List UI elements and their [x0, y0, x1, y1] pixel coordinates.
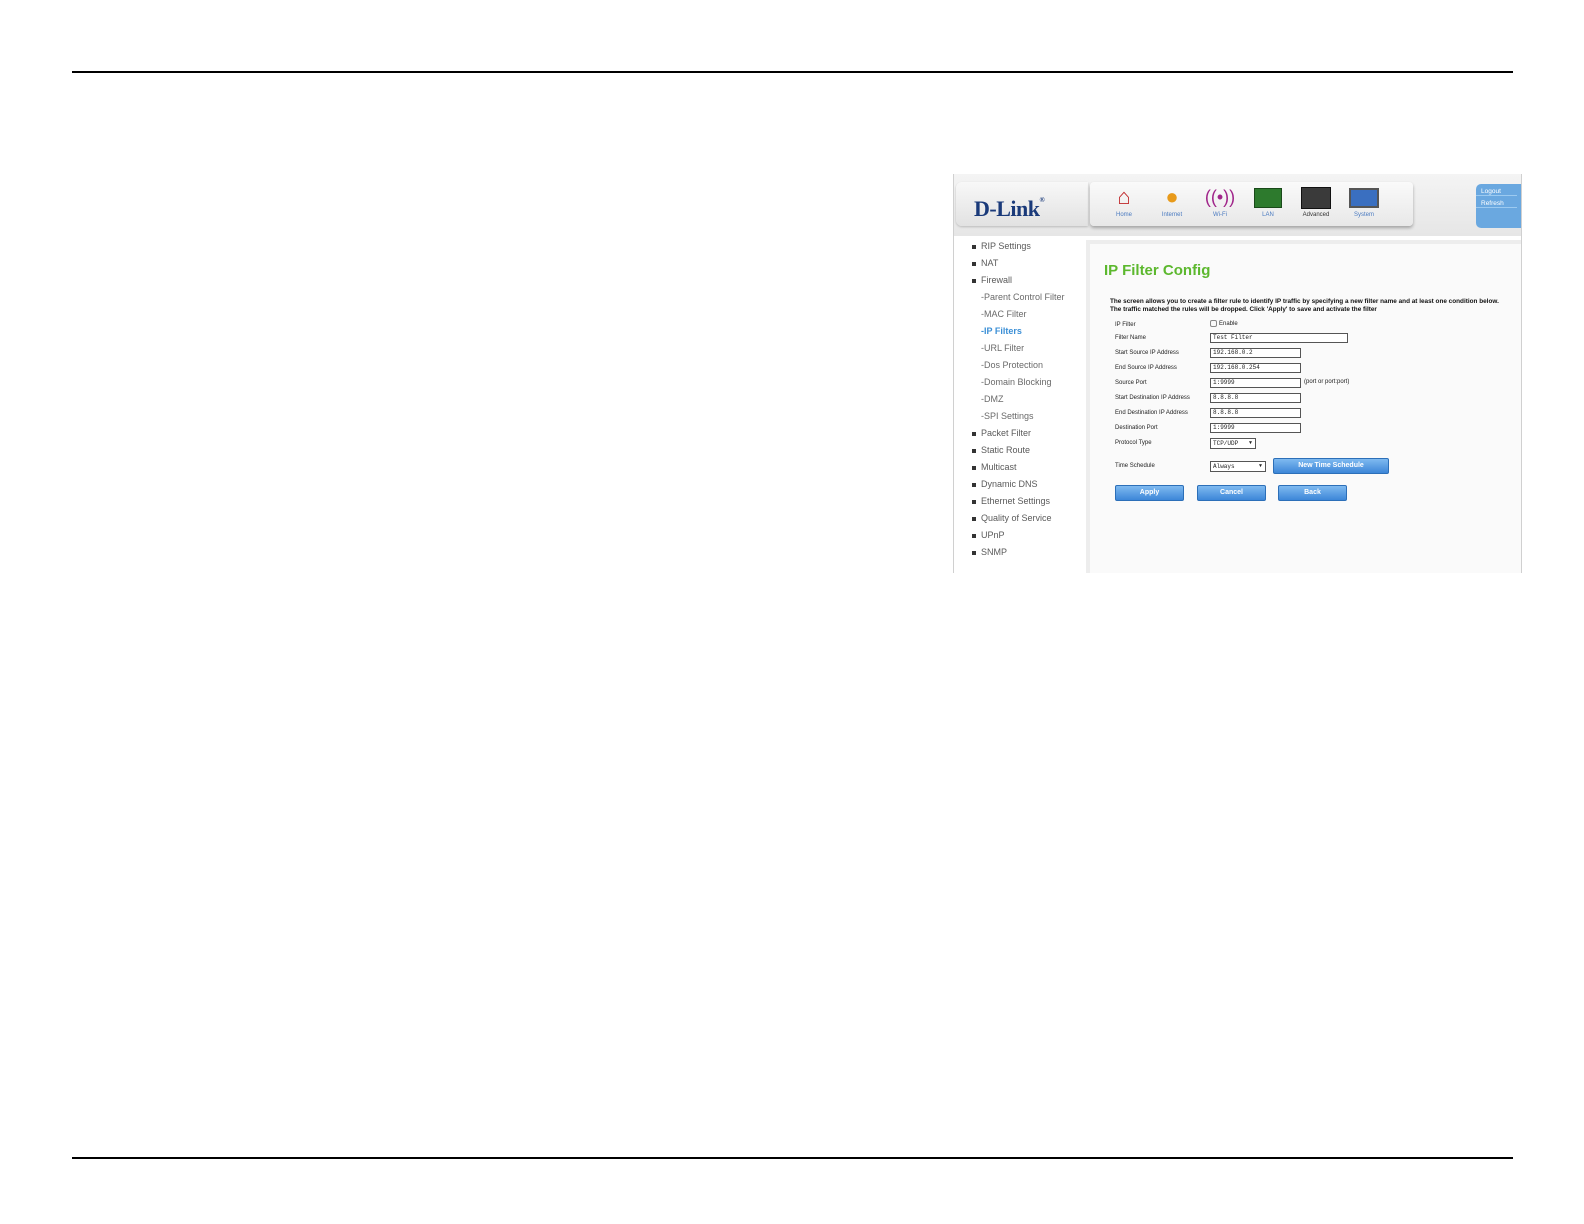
- main-nav: ⌂ Home ● Internet ((•)) Wi-Fi LAN Advanc…: [1090, 182, 1413, 226]
- new-time-schedule-button[interactable]: New Time Schedule: [1273, 458, 1389, 474]
- nav-advanced[interactable]: Advanced: [1292, 184, 1340, 224]
- port-hint: (port or port:port): [1304, 379, 1350, 385]
- refresh-link[interactable]: Refresh: [1476, 196, 1517, 208]
- destination-port-input[interactable]: 1:9999: [1210, 423, 1301, 433]
- nav-internet[interactable]: ● Internet: [1148, 184, 1196, 224]
- sidebar-item-mac-filter[interactable]: -MAC Filter: [981, 309, 1027, 319]
- sidebar-item-url-filter[interactable]: -URL Filter: [981, 343, 1024, 353]
- sidebar-item-ddns[interactable]: Dynamic DNS: [972, 479, 1038, 489]
- source-port-input[interactable]: 1:9999: [1210, 378, 1301, 388]
- end-destination-ip-input[interactable]: 8.8.8.8: [1210, 408, 1301, 418]
- nav-system[interactable]: System: [1340, 184, 1388, 224]
- ip-filter-label: IP Filter: [1115, 322, 1136, 328]
- protocol-type-select[interactable]: TCP/UDP ▼: [1210, 438, 1256, 449]
- start-destination-ip-input[interactable]: 8.8.8.8: [1210, 393, 1301, 403]
- globe-icon: ●: [1165, 184, 1179, 209]
- end-source-ip-label: End Source IP Address: [1115, 365, 1177, 371]
- tools-icon: [1299, 184, 1333, 210]
- sidebar-item-snmp[interactable]: SNMP: [972, 547, 1007, 557]
- router-screenshot: D-Link® ⌂ Home ● Internet ((•)) Wi-Fi LA…: [953, 174, 1522, 573]
- source-port-label: Source Port: [1115, 380, 1147, 386]
- dropdown-arrow-icon: ▼: [1258, 463, 1262, 469]
- sidebar-item-ip-filters[interactable]: -IP Filters: [981, 326, 1022, 336]
- filter-name-input[interactable]: Test Filter: [1210, 333, 1348, 343]
- monitor-icon: [1347, 184, 1381, 210]
- checkbox-box[interactable]: [1210, 320, 1217, 327]
- protocol-type-label: Protocol Type: [1115, 440, 1152, 446]
- nav-home[interactable]: ⌂ Home: [1100, 184, 1148, 224]
- apply-button[interactable]: Apply: [1115, 485, 1184, 501]
- logo-box: D-Link®: [956, 182, 1088, 226]
- time-schedule-select[interactable]: Always ▼: [1210, 461, 1266, 472]
- wifi-icon: ((•)): [1204, 187, 1236, 207]
- sidebar-item-static-route[interactable]: Static Route: [972, 445, 1030, 455]
- sidebar-item-nat[interactable]: NAT: [972, 258, 998, 268]
- sidebar-item-parent-control[interactable]: -Parent Control Filter: [981, 292, 1065, 302]
- page-description: The screen allows you to create a filter…: [1110, 298, 1499, 313]
- main-content: IP Filter Config The screen allows you t…: [1086, 240, 1521, 573]
- sidebar-item-multicast[interactable]: Multicast: [972, 462, 1017, 472]
- sidebar-item-firewall[interactable]: Firewall: [972, 275, 1012, 285]
- top-bar: D-Link® ⌂ Home ● Internet ((•)) Wi-Fi LA…: [954, 174, 1521, 236]
- sidebar-item-packet-filter[interactable]: Packet Filter: [972, 428, 1031, 438]
- page-title: IP Filter Config: [1104, 262, 1211, 279]
- session-panel: Logout Refresh: [1476, 184, 1521, 228]
- top-rule: [72, 71, 1513, 73]
- logout-link[interactable]: Logout: [1476, 184, 1517, 196]
- sidebar-item-domain-blocking[interactable]: -Domain Blocking: [981, 377, 1052, 387]
- nav-lan[interactable]: LAN: [1244, 184, 1292, 224]
- end-destination-ip-label: End Destination IP Address: [1115, 410, 1188, 416]
- sidebar: RIP Settings NAT Firewall -Parent Contro…: [954, 236, 1087, 573]
- back-button[interactable]: Back: [1278, 485, 1347, 501]
- enable-checkbox[interactable]: Enable: [1210, 320, 1238, 327]
- sidebar-item-dos[interactable]: -Dos Protection: [981, 360, 1043, 370]
- sidebar-item-upnp[interactable]: UPnP: [972, 530, 1005, 540]
- house-icon: ⌂: [1117, 184, 1131, 209]
- sidebar-item-rip[interactable]: RIP Settings: [972, 241, 1031, 251]
- start-destination-ip-label: Start Destination IP Address: [1115, 395, 1190, 401]
- time-schedule-label: Time Schedule: [1115, 463, 1155, 469]
- end-source-ip-input[interactable]: 192.168.0.254: [1210, 363, 1301, 373]
- sidebar-item-dmz[interactable]: -DMZ: [981, 394, 1004, 404]
- lan-icon: [1251, 184, 1285, 210]
- start-source-ip-label: Start Source IP Address: [1115, 350, 1179, 356]
- dlink-logo: D-Link®: [974, 196, 1045, 221]
- start-source-ip-input[interactable]: 192.168.0.2: [1210, 348, 1301, 358]
- nav-wifi[interactable]: ((•)) Wi-Fi: [1196, 184, 1244, 224]
- sidebar-item-ethernet[interactable]: Ethernet Settings: [972, 496, 1050, 506]
- filter-name-label: Filter Name: [1115, 335, 1147, 341]
- sidebar-item-qos[interactable]: Quality of Service: [972, 513, 1052, 523]
- cancel-button[interactable]: Cancel: [1197, 485, 1266, 501]
- sidebar-item-spi[interactable]: -SPI Settings: [981, 411, 1034, 421]
- dropdown-arrow-icon: ▼: [1248, 440, 1252, 446]
- destination-port-label: Destination Port: [1115, 425, 1158, 431]
- bottom-rule: [72, 1157, 1513, 1159]
